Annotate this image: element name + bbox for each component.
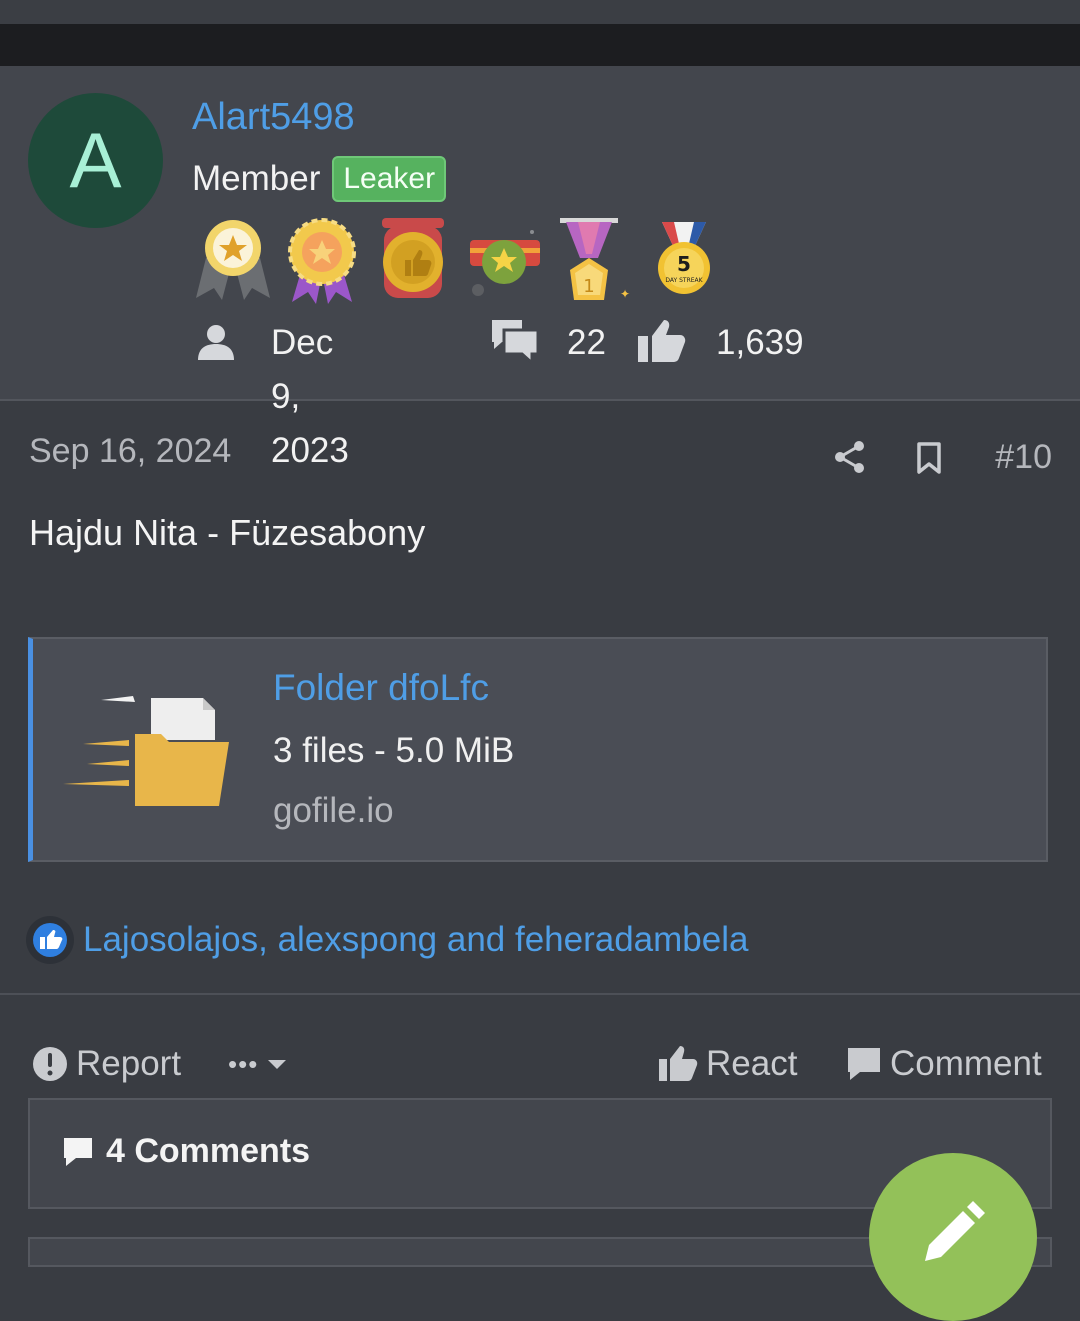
embed-host: gofile.io <box>273 791 394 830</box>
post-date[interactable]: Sep 16, 2024 <box>29 432 231 471</box>
first-place-number: 1 <box>583 276 594 297</box>
bookmark-icon[interactable] <box>916 442 942 474</box>
link-embed[interactable]: Folder dfoLfc 3 files - 5.0 MiB gofile.i… <box>28 637 1048 862</box>
thumbs-up-icon <box>638 320 686 362</box>
divider <box>0 993 1080 995</box>
username-link[interactable]: Alart5498 <box>192 96 355 139</box>
first-place-medal-trophy-icon[interactable]: 1 ✦ <box>560 218 630 304</box>
report-button[interactable]: Report <box>32 1040 181 1088</box>
user-role-row: Member Leaker <box>192 154 447 204</box>
embed-title[interactable]: Folder dfoLfc <box>273 667 489 709</box>
user-icon <box>198 325 234 360</box>
reactions-summary[interactable]: Lajosolajos, alexspong and feheradambela <box>26 914 748 966</box>
react-label: React <box>706 1044 798 1083</box>
streak-number: 5 <box>677 252 691 276</box>
joined-date: Dec 9, 2023 <box>271 323 349 470</box>
comment-button[interactable]: Comment <box>846 1040 1042 1088</box>
star-banner-trophy-icon[interactable] <box>468 218 542 302</box>
post-body: Hajdu Nita - Füzesabony <box>29 512 426 553</box>
top-strip <box>0 0 1080 24</box>
like-reaction-icon <box>26 916 74 964</box>
alert-icon <box>33 1047 67 1081</box>
reaction-score: 1,639 <box>716 323 804 362</box>
thumbs-up-icon <box>659 1046 698 1081</box>
reactors-list[interactable]: Lajosolajos, alexspong and feheradambela <box>83 920 748 960</box>
5-day-streak-trophy-icon[interactable]: 5 DAY STREAK <box>654 218 714 298</box>
comment-label: Comment <box>890 1044 1042 1083</box>
comments-count-label: 4 Comments <box>106 1132 311 1170</box>
more-dots: ••• <box>228 1048 259 1079</box>
embed-meta: 3 files - 5.0 MiB <box>273 731 515 770</box>
post-number[interactable]: #10 <box>995 438 1052 477</box>
header-bar <box>0 24 1080 66</box>
comment-icon <box>64 1137 92 1166</box>
user-title: Member <box>192 159 321 198</box>
messages-icon <box>492 320 540 366</box>
report-label: Report <box>76 1044 182 1083</box>
comment-icon <box>848 1048 880 1080</box>
pencil-icon <box>925 1201 985 1261</box>
folder-icon <box>63 696 229 806</box>
write-reply-button[interactable] <box>869 1153 1037 1321</box>
messages-count: 22 <box>567 323 606 362</box>
thumbs-up-medal-trophy-icon[interactable] <box>378 218 448 304</box>
more-options-button[interactable]: ••• <box>228 1040 294 1088</box>
react-button[interactable]: React <box>658 1040 797 1088</box>
share-icon[interactable] <box>834 440 866 474</box>
streak-label: DAY STREAK <box>665 277 703 284</box>
avatar[interactable]: A <box>28 93 163 228</box>
chevron-down-icon <box>268 1060 287 1069</box>
ribbon-star-trophy-icon[interactable] <box>192 218 274 302</box>
rosette-trophy-icon[interactable] <box>286 218 358 304</box>
user-info-block: A Alart5498 Member Leaker 1 ✦ 5 DAY STRE… <box>0 66 1080 470</box>
leaker-badge: Leaker <box>332 156 447 202</box>
sparkle: ✦ <box>620 287 630 301</box>
comments-header[interactable]: 4 Comments <box>62 1132 310 1171</box>
